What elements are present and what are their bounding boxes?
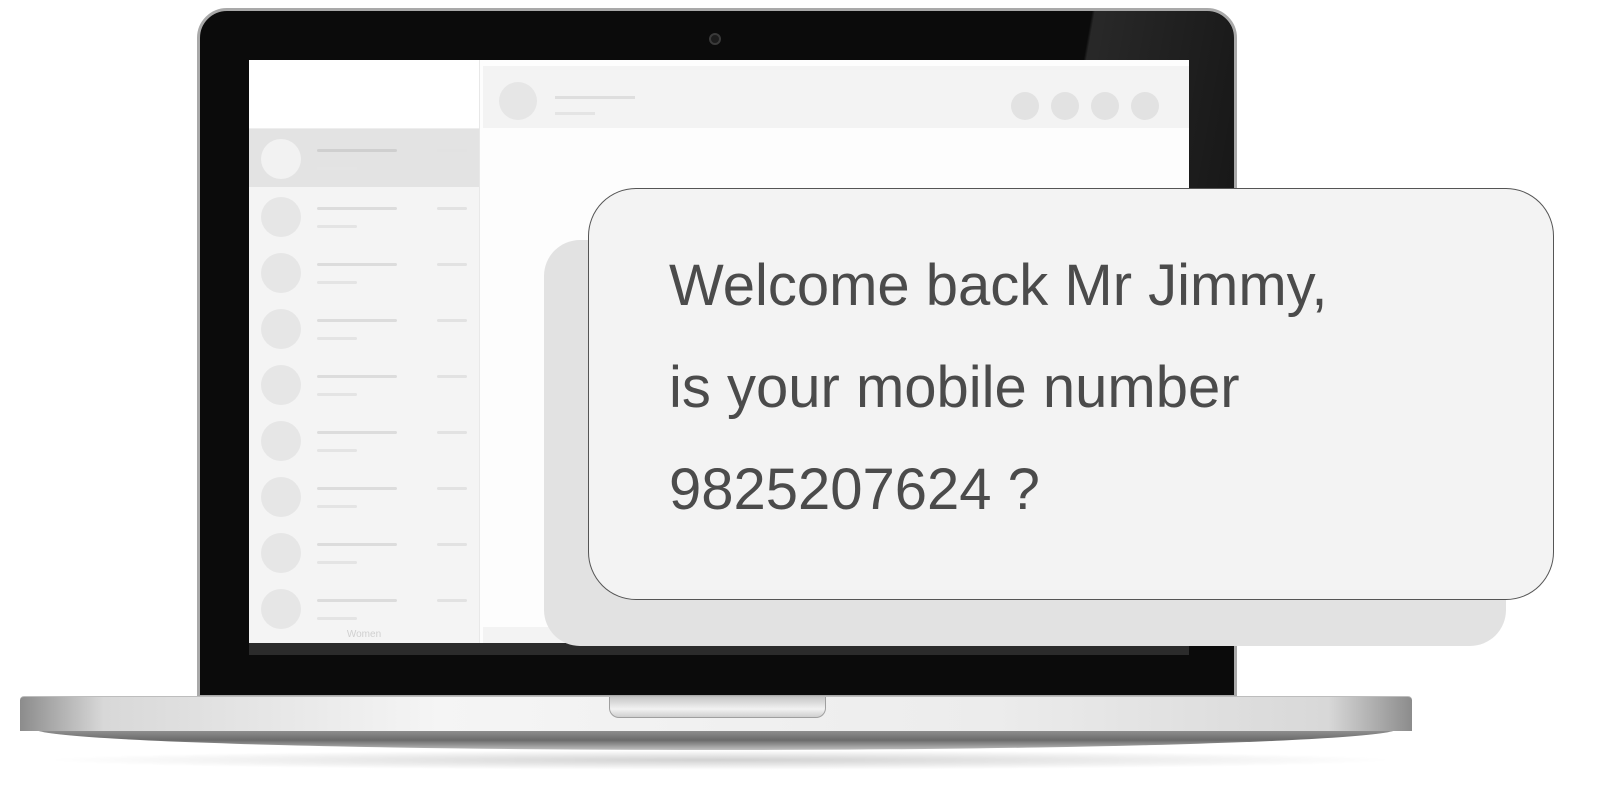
contact-preview-placeholder: [317, 505, 357, 508]
contact-item[interactable]: [249, 243, 479, 299]
avatar: [261, 365, 301, 405]
contact-name-placeholder: [317, 431, 397, 434]
video-icon[interactable]: [1051, 92, 1079, 120]
contact-time-placeholder: [437, 263, 467, 266]
sidebar-footer-label: Women: [346, 629, 382, 640]
contact-name-placeholder: [317, 375, 397, 378]
contact-preview-placeholder: [317, 281, 357, 284]
contact-name-placeholder: [317, 543, 397, 546]
chat-header: [483, 66, 1189, 128]
camera-icon: [709, 33, 721, 45]
chat-sidebar: Women: [249, 60, 480, 643]
contact-preview-placeholder: [317, 337, 357, 340]
contact-item[interactable]: [249, 411, 479, 467]
sidebar-header: [249, 60, 479, 129]
contact-time-placeholder: [437, 149, 467, 152]
contact-preview-placeholder: [317, 561, 357, 564]
contact-time-placeholder: [437, 375, 467, 378]
avatar: [261, 589, 301, 629]
contact-preview-placeholder: [317, 225, 357, 228]
contact-item-active[interactable]: [249, 129, 479, 187]
call-icon[interactable]: [1011, 92, 1039, 120]
contact-name-placeholder: [317, 207, 397, 210]
menu-icon[interactable]: [1131, 92, 1159, 120]
contact-name-placeholder: [317, 263, 397, 266]
contact-time-placeholder: [437, 487, 467, 490]
chat-status-placeholder: [555, 112, 595, 115]
avatar: [261, 197, 301, 237]
message-line-3: 9825207624 ?: [669, 457, 1040, 522]
floor-shadow: [40, 750, 1400, 770]
message-line-2: is your mobile number: [669, 355, 1240, 420]
contact-item[interactable]: [249, 355, 479, 411]
contact-time-placeholder: [437, 319, 467, 322]
contact-item[interactable]: [249, 523, 479, 579]
avatar: [499, 82, 537, 120]
contact-name-placeholder: [317, 319, 397, 322]
avatar: [261, 477, 301, 517]
contact-time-placeholder: [437, 207, 467, 210]
contact-preview-placeholder: [317, 393, 357, 396]
contact-preview-placeholder: [317, 449, 357, 452]
contact-preview-placeholder: [317, 167, 357, 170]
contact-item[interactable]: [249, 187, 479, 243]
avatar: [261, 253, 301, 293]
message-text: Welcome back Mr Jimmy, is your mobile nu…: [669, 235, 1327, 541]
contact-preview-placeholder: [317, 617, 357, 620]
contact-name-placeholder: [317, 149, 397, 152]
contact-item[interactable]: [249, 467, 479, 523]
laptop-notch: [609, 697, 826, 718]
contact-time-placeholder: [437, 599, 467, 602]
search-icon[interactable]: [1091, 92, 1119, 120]
message-line-1: Welcome back Mr Jimmy,: [669, 253, 1328, 318]
contact-name-placeholder: [317, 487, 397, 490]
contact-time-placeholder: [437, 543, 467, 546]
avatar: [261, 421, 301, 461]
contact-name-placeholder: [317, 599, 397, 602]
avatar: [261, 309, 301, 349]
laptop-base-lower: [34, 728, 1398, 750]
avatar: [261, 533, 301, 573]
chat-name-placeholder: [555, 96, 635, 99]
contact-time-placeholder: [437, 431, 467, 434]
avatar: [261, 139, 301, 179]
contact-item[interactable]: [249, 299, 479, 355]
message-bubble: Welcome back Mr Jimmy, is your mobile nu…: [588, 188, 1554, 600]
